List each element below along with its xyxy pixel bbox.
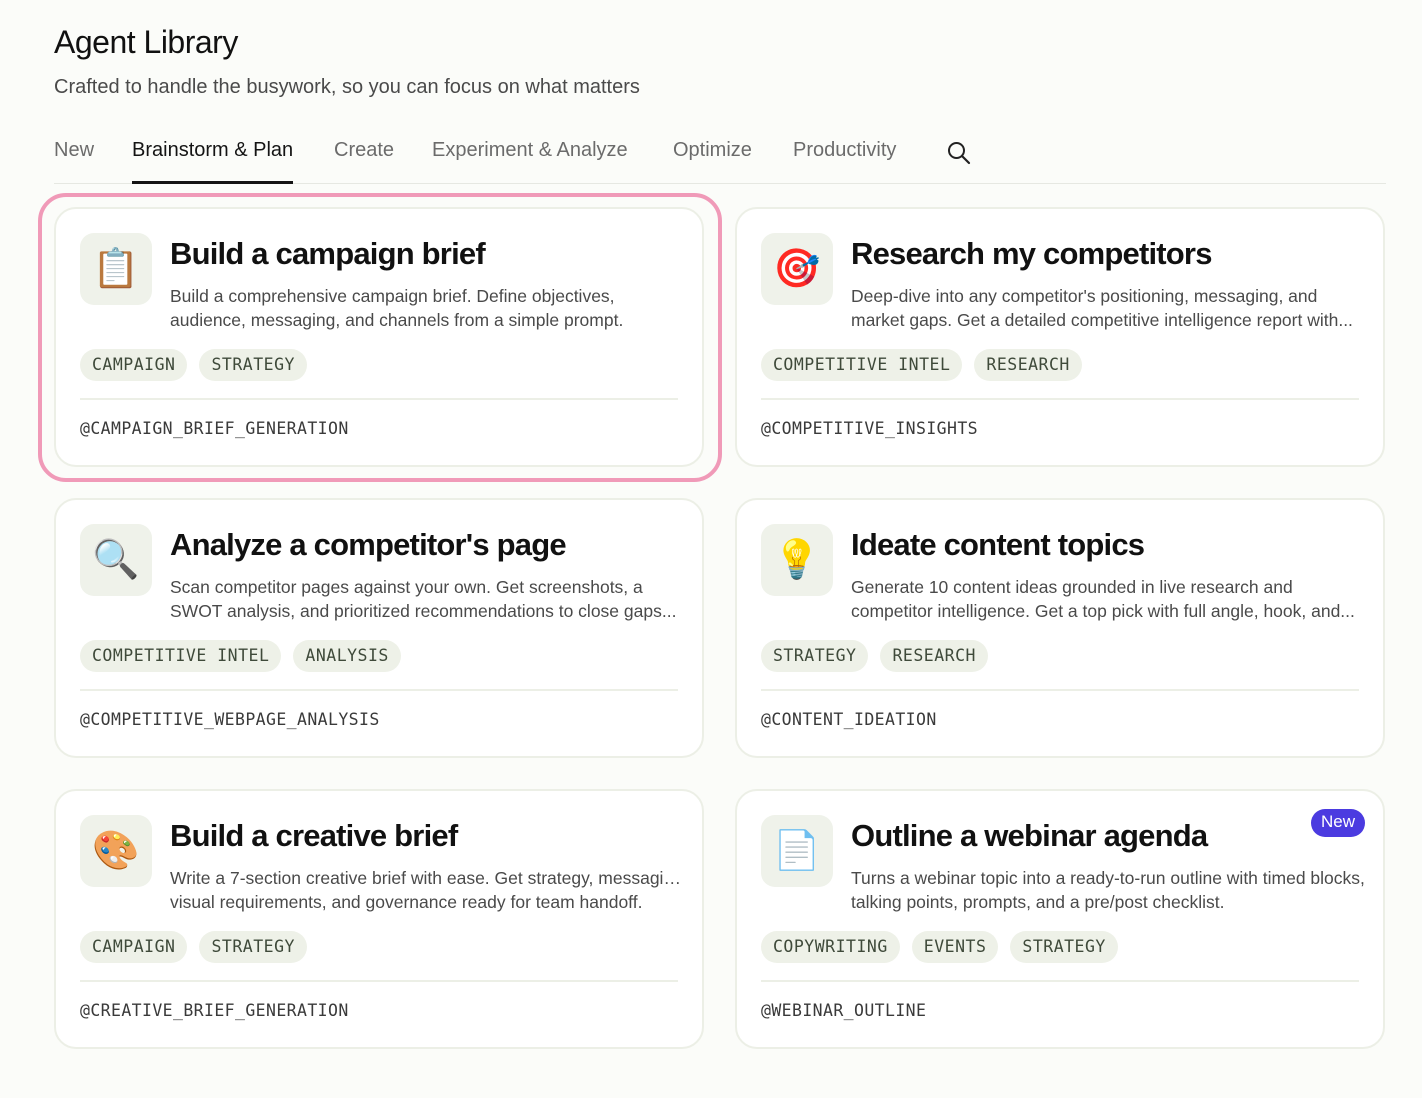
tag: ANALYSIS	[293, 640, 401, 672]
lightbulb-icon: 💡	[761, 524, 833, 596]
card-description: Deep-dive into any competitor's position…	[851, 284, 1365, 332]
palette-icon: 🎨	[80, 815, 152, 887]
tag-list: STRATEGY RESEARCH	[761, 640, 988, 672]
card-title: Build a campaign brief	[170, 236, 486, 271]
category-tabs: New Brainstorm & Plan Create Experiment …	[54, 128, 1386, 184]
description-line: visual requirements, and governance read…	[170, 892, 643, 912]
tag-list: COMPETITIVE INTEL RESEARCH	[761, 349, 1082, 381]
tag-list: CAMPAIGN STRATEGY	[80, 931, 307, 963]
divider	[761, 980, 1359, 982]
tag: COMPETITIVE INTEL	[761, 349, 963, 381]
card-description: Turns a webinar topic into a ready-to-ru…	[851, 866, 1365, 914]
description-line: Write a 7-section creative brief with ea…	[170, 868, 684, 888]
page-header: Agent Library Crafted to handle the busy…	[54, 22, 640, 100]
tag: STRATEGY	[199, 349, 307, 381]
document-icon: 📄	[761, 815, 833, 887]
page-title: Agent Library	[54, 24, 238, 60]
description-line: talking points, prompts, and a pre/post …	[851, 892, 1225, 912]
description-line: Turns a webinar topic into a ready-to-ru…	[851, 868, 1365, 888]
agent-handle: @COMPETITIVE_WEBPAGE_ANALYSIS	[80, 710, 380, 729]
card-title: Ideate content topics	[851, 527, 1145, 562]
agent-handle: @CONTENT_IDEATION	[761, 710, 937, 729]
agent-handle: @CREATIVE_BRIEF_GENERATION	[80, 1001, 349, 1020]
tag-list: COMPETITIVE INTEL ANALYSIS	[80, 640, 401, 672]
agent-card-research-competitors[interactable]: 🎯 Research my competitors Deep-dive into…	[735, 207, 1385, 467]
card-title: Outline a webinar agenda	[851, 818, 1208, 853]
tag: CAMPAIGN	[80, 931, 188, 963]
tag: STRATEGY	[1010, 931, 1118, 963]
tag: RESEARCH	[880, 640, 988, 672]
card-title: Build a creative brief	[170, 818, 458, 853]
tag: STRATEGY	[761, 640, 869, 672]
card-description: Scan competitor pages against your own. …	[170, 575, 684, 623]
target-icon: 🎯	[761, 233, 833, 305]
description-line: market gaps. Get a detailed competitive …	[851, 310, 1353, 330]
tab-new[interactable]: New	[54, 138, 94, 183]
agent-handle: @WEBINAR_OUTLINE	[761, 1001, 927, 1020]
card-description: Build a comprehensive campaign brief. De…	[170, 284, 684, 332]
agent-card-creative-brief[interactable]: 🎨 Build a creative brief Write a 7-secti…	[54, 789, 704, 1049]
tag: COMPETITIVE INTEL	[80, 640, 282, 672]
page-subtitle: Crafted to handle the busywork, so you c…	[54, 76, 640, 98]
clipboard-icon: 📋	[80, 233, 152, 305]
divider	[80, 689, 678, 691]
tag: STRATEGY	[199, 931, 307, 963]
description-line: Generate 10 content ideas grounded in li…	[851, 577, 1293, 597]
tab-experiment-analyze[interactable]: Experiment & Analyze	[432, 138, 628, 183]
agent-card-analyze-competitor-page[interactable]: 🔍 Analyze a competitor's page Scan compe…	[54, 498, 704, 758]
agent-card-ideate-content[interactable]: 💡 Ideate content topics Generate 10 cont…	[735, 498, 1385, 758]
tag: COPYWRITING	[761, 931, 900, 963]
divider	[761, 689, 1359, 691]
description-line: Build a comprehensive campaign brief. De…	[170, 286, 615, 306]
description-line: Deep-dive into any competitor's position…	[851, 286, 1318, 306]
tag: EVENTS	[911, 931, 999, 963]
agent-card-webinar-agenda[interactable]: 📄 Outline a webinar agenda New Turns a w…	[735, 789, 1385, 1049]
search-icon[interactable]	[946, 140, 972, 166]
description-line: SWOT analysis, and prioritized recommend…	[170, 601, 677, 621]
tab-optimize[interactable]: Optimize	[673, 138, 752, 183]
description-line: competitor intelligence. Get a top pick …	[851, 601, 1355, 621]
agent-handle: @COMPETITIVE_INSIGHTS	[761, 419, 979, 438]
tab-productivity[interactable]: Productivity	[793, 138, 896, 183]
tag: CAMPAIGN	[80, 349, 188, 381]
tab-create[interactable]: Create	[334, 138, 394, 183]
divider	[80, 980, 678, 982]
divider	[80, 398, 678, 400]
card-description: Generate 10 content ideas grounded in li…	[851, 575, 1365, 623]
tag: RESEARCH	[974, 349, 1082, 381]
card-title: Analyze a competitor's page	[170, 527, 567, 562]
card-title: Research my competitors	[851, 236, 1212, 271]
tab-brainstorm-plan[interactable]: Brainstorm & Plan	[132, 138, 294, 184]
card-description: Write a 7-section creative brief with ea…	[170, 866, 684, 914]
tag-list: CAMPAIGN STRATEGY	[80, 349, 307, 381]
description-line: Scan competitor pages against your own. …	[170, 577, 643, 597]
tag-list: COPYWRITING EVENTS STRATEGY	[761, 931, 1118, 963]
magnifier-icon: 🔍	[80, 524, 152, 596]
description-line: audience, messaging, and channels from a…	[170, 310, 624, 330]
agent-card-campaign-brief[interactable]: 📋 Build a campaign brief Build a compreh…	[54, 207, 704, 467]
divider	[761, 398, 1359, 400]
agent-handle: @CAMPAIGN_BRIEF_GENERATION	[80, 419, 349, 438]
new-badge: New	[1310, 809, 1365, 837]
